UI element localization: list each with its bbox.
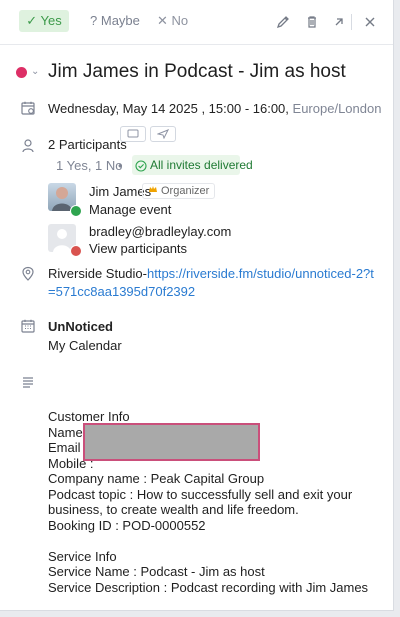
- description-lines-icon: [19, 373, 37, 391]
- open-external-icon[interactable]: [329, 12, 349, 32]
- question-icon: ?: [90, 13, 98, 28]
- message-icon[interactable]: [120, 126, 146, 142]
- redacted-block: [83, 423, 260, 461]
- accepted-status-icon: [70, 205, 82, 217]
- trash-icon[interactable]: [302, 12, 322, 32]
- organizer-badge-label: Organizer: [161, 185, 210, 197]
- check-icon: ✓: [26, 13, 38, 28]
- event-location: Riverside Studio-https://riverside.fm/st…: [48, 265, 380, 301]
- event-toolbar: ✓ Yes ? Maybe ✕ No: [0, 0, 393, 45]
- rsvp-yes-button[interactable]: ✓ Yes: [19, 10, 69, 32]
- event-details-panel: ✓ Yes ? Maybe ✕ No ⌄ Jim James in Podcas…: [0, 0, 394, 611]
- event-date-row: Wednesday, May 14 2025 , 15:00 - 16:00, …: [48, 100, 381, 118]
- close-icon: ✕: [157, 13, 168, 28]
- event-date-time: Wednesday, May 14 2025 , 15:00 - 16:00,: [48, 101, 289, 116]
- crown-icon: [148, 184, 158, 198]
- summary-separator: •: [118, 158, 123, 173]
- toolbar-separator: [351, 14, 352, 30]
- event-title: Jim James in Podcast - Jim as host: [48, 61, 346, 82]
- rsvp-maybe-button[interactable]: ? Maybe: [90, 10, 140, 32]
- rsvp-no-button[interactable]: ✕ No: [157, 10, 188, 32]
- edit-icon[interactable]: [273, 12, 293, 32]
- user-icon: [19, 137, 37, 155]
- location-pin-icon: [19, 265, 37, 283]
- calendar-subtitle: My Calendar: [48, 338, 122, 353]
- declined-status-icon: [70, 245, 82, 257]
- participant-name-2: bradley@bradleylay.com: [89, 224, 232, 239]
- invites-delivered-label: All invites delivered: [150, 158, 253, 172]
- location-text: Riverside Studio-: [48, 266, 147, 281]
- rsvp-maybe-label: Maybe: [100, 13, 140, 28]
- event-timezone: Europe/London: [292, 101, 382, 116]
- calendar-date-icon: [19, 99, 37, 117]
- close-panel-icon[interactable]: [360, 12, 380, 32]
- rsvp-yes-label: Yes: [40, 13, 62, 28]
- view-participants-link[interactable]: View participants: [89, 240, 187, 258]
- rsvp-no-label: No: [171, 13, 189, 28]
- organizer-badge: Organizer: [142, 183, 216, 199]
- invites-delivered-badge: All invites delivered: [132, 155, 253, 178]
- calendar-name: UnNoticed: [48, 319, 113, 334]
- check-circle-icon: [135, 158, 147, 178]
- participants-summary: 1 Yes, 1 No: [56, 158, 123, 173]
- manage-event-link[interactable]: Manage event: [89, 201, 171, 219]
- send-icon[interactable]: [150, 126, 176, 142]
- calendar-grid-icon: [19, 317, 37, 335]
- chevron-down-icon[interactable]: ⌄: [31, 67, 39, 77]
- event-color-dot[interactable]: [16, 67, 27, 78]
- participants-title: 2 Participants: [48, 137, 127, 152]
